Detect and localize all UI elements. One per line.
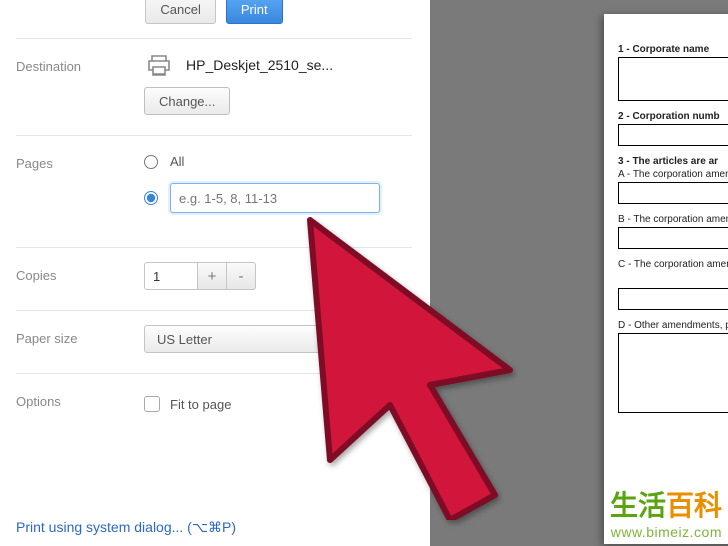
fit-to-page-checkbox[interactable] — [144, 396, 160, 412]
paper-size-row: Paper size US Letter — [16, 311, 412, 359]
pages-all-label: All — [170, 154, 184, 169]
copies-stepper: + - — [144, 262, 412, 290]
pages-range-radio[interactable] — [144, 191, 158, 205]
fit-to-page-label: Fit to page — [170, 397, 231, 412]
paper-size-select[interactable]: US Letter — [144, 325, 394, 353]
preview-min-label: Minimum numb — [618, 274, 728, 284]
cancel-button[interactable]: Cancel — [145, 0, 215, 24]
print-button[interactable]: Print — [226, 0, 283, 24]
preview-field-3c-box — [618, 288, 728, 310]
pages-range-input[interactable] — [170, 183, 380, 213]
preview-field-3d-box — [618, 333, 728, 413]
preview-field-3a-label: A - The corporation amend — [618, 169, 728, 180]
preview-field-3a-box — [618, 182, 728, 204]
watermark-url: www.bimeiz.com — [610, 524, 722, 540]
watermark-cn2: 百科 — [666, 490, 722, 521]
options-label: Options — [16, 388, 144, 409]
preview-field-3b-label: B - The corporation amend — [618, 214, 728, 225]
preview-field-3b-box — [618, 227, 728, 249]
preview-page: 1 - Corporate name 2 - Corporation numb … — [604, 14, 728, 544]
destination-row: Destination HP_Deskjet_2510_se... Change… — [16, 39, 412, 121]
options-row: Options Fit to page — [16, 374, 412, 418]
pages-all-radio[interactable] — [144, 155, 158, 169]
watermark-cn1: 生活 — [610, 490, 666, 521]
copies-row: Copies + - — [16, 248, 412, 296]
change-destination-button[interactable]: Change... — [144, 87, 230, 115]
preview-field-1-label: 1 - Corporate name — [618, 44, 728, 55]
preview-field-2-label: 2 - Corporation numb — [618, 111, 728, 122]
dialog-buttons: Cancel Print — [16, 0, 412, 24]
printer-icon — [144, 53, 174, 77]
printer-name: HP_Deskjet_2510_se... — [186, 57, 333, 73]
print-settings-panel: Cancel Print Destination HP_Deskjet_2510… — [0, 0, 430, 546]
watermark: 生活百科 www.bimeiz.com — [610, 484, 722, 540]
printer-display: HP_Deskjet_2510_se... — [144, 53, 412, 77]
copies-label: Copies — [16, 262, 144, 283]
destination-label: Destination — [16, 53, 144, 74]
print-preview-pane: 1 - Corporate name 2 - Corporation numb … — [430, 0, 728, 546]
copies-input[interactable] — [144, 262, 198, 290]
copies-increment-button[interactable]: + — [197, 262, 227, 290]
pages-row: Pages All — [16, 136, 412, 233]
preview-field-3c-label: C - The corporation amend — [618, 259, 728, 270]
preview-field-1-box — [618, 57, 728, 101]
preview-field-3d-label: D - Other amendments, p — [618, 320, 728, 331]
preview-field-2-box — [618, 124, 728, 146]
pages-label: Pages — [16, 150, 144, 171]
preview-field-3-label: 3 - The articles are ar — [618, 156, 728, 167]
system-dialog-link[interactable]: Print using system dialog... (⌥⌘P) — [16, 519, 236, 536]
copies-decrement-button[interactable]: - — [226, 262, 256, 290]
paper-size-label: Paper size — [16, 325, 144, 346]
